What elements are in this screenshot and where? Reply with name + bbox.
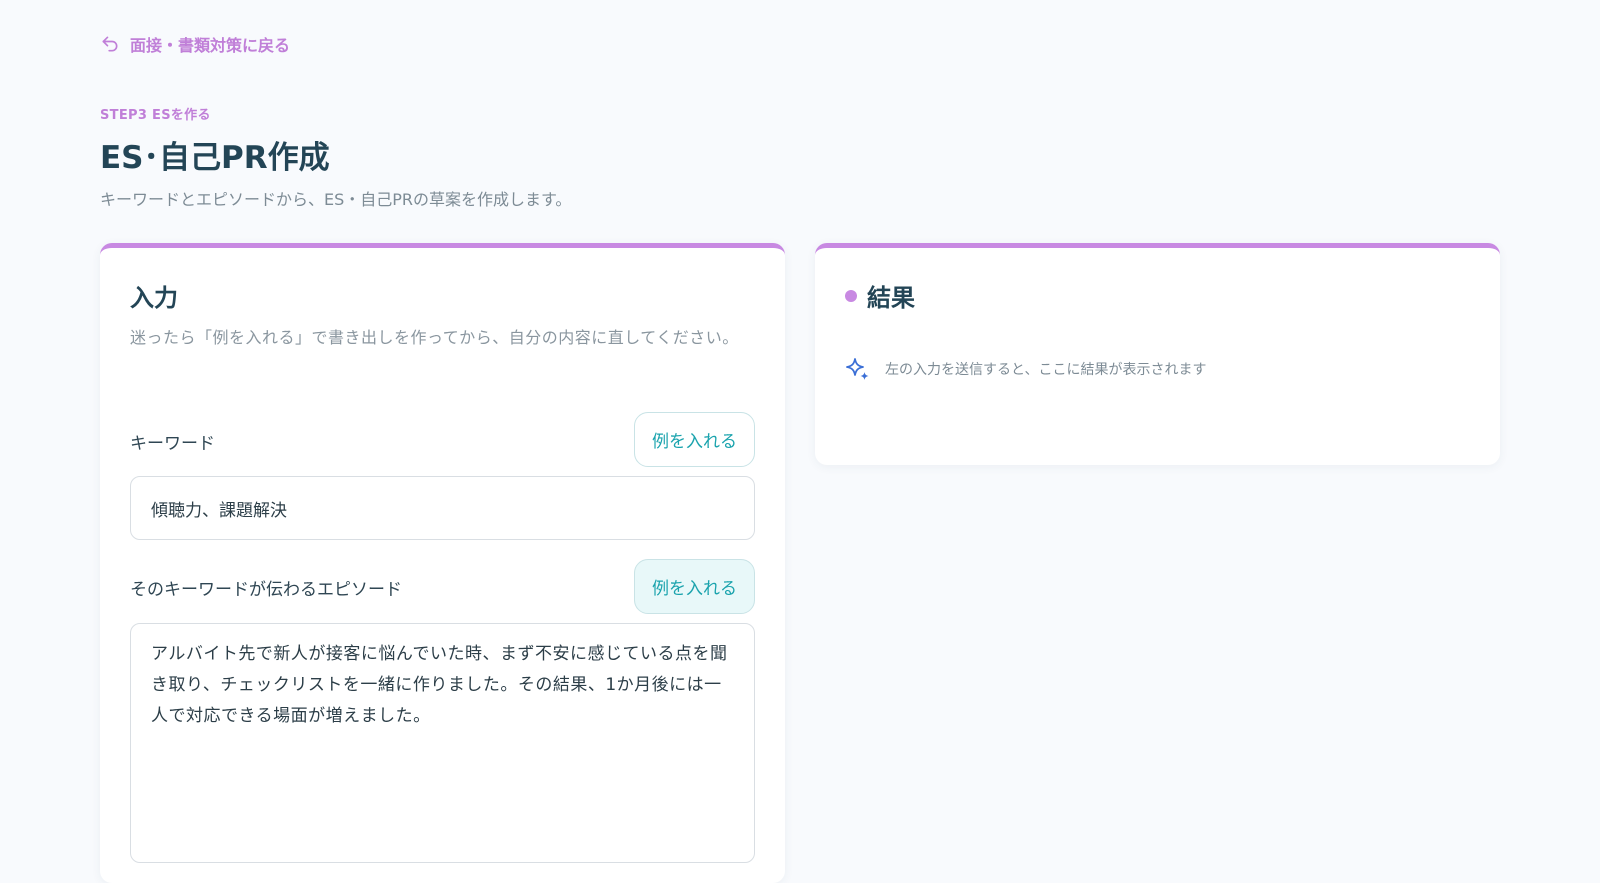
episode-textarea[interactable]: アルバイト先で新人が接客に悩んでいた時、まず不安に感じている点を聞き取り、チェッ…	[130, 623, 755, 863]
episode-label: そのキーワードが伝わるエピソード	[130, 580, 402, 600]
step-label: STEP3 ESを作る	[100, 108, 211, 123]
result-card: 結果 左の入力を送信すると、ここに結果が表示されます	[815, 243, 1500, 465]
result-status-dot	[845, 289, 857, 302]
keyword-input[interactable]	[130, 476, 755, 540]
sparkle-icon	[846, 358, 869, 380]
result-empty-message: 左の入力を送信すると、ここに結果が表示されます	[885, 362, 1207, 378]
result-title-text: 結果	[867, 284, 915, 312]
back-link[interactable]: 面接・書類対策に戻る	[100, 32, 290, 56]
keyword-example-button[interactable]: 例を入れる	[634, 412, 755, 467]
result-empty-state: 左の入力を送信すると、ここに結果が表示されます	[845, 356, 1206, 382]
return-arrow-icon	[102, 36, 118, 52]
keyword-label: キーワード	[130, 434, 215, 454]
result-card-title: 結果	[845, 278, 915, 313]
page-description: キーワードとエピソードから、ES・自己PRの草案を作成します。	[100, 190, 572, 209]
input-card: 入力 迷ったら「例を入れる」で書き出しを作ってから、自分の内容に直してください。…	[100, 243, 785, 883]
input-card-title: 入力	[130, 284, 178, 312]
input-card-hint: 迷ったら「例を入れる」で書き出しを作ってから、自分の内容に直してください。	[130, 328, 739, 347]
page-title: ES･自己PR作成	[100, 140, 330, 176]
episode-example-button[interactable]: 例を入れる	[634, 559, 755, 614]
back-link-label: 面接・書類対策に戻る	[130, 36, 291, 55]
